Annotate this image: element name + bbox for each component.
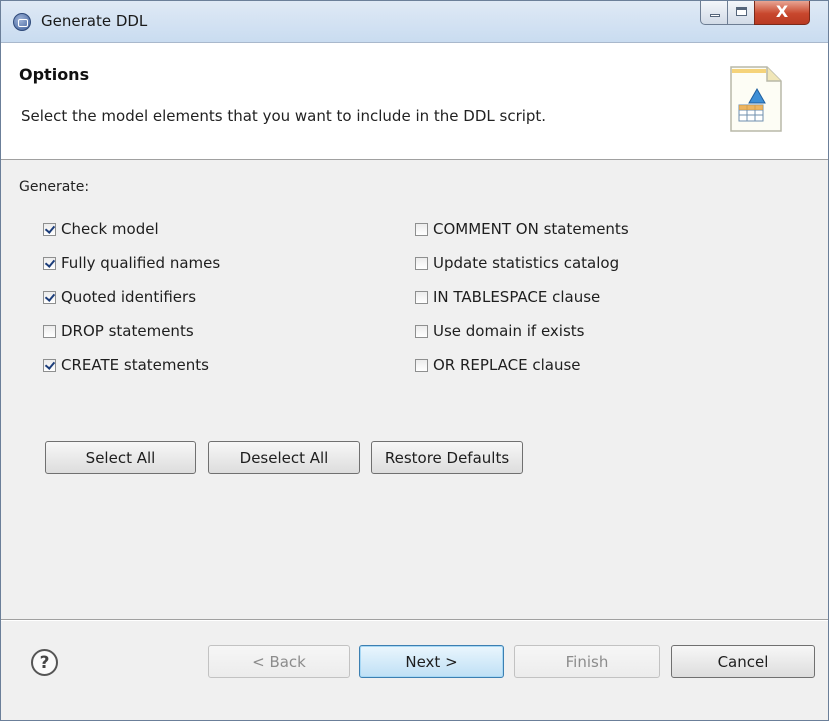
use-domain-if-exists-option[interactable]: Use domain if exists: [415, 321, 584, 341]
create-statements-label: CREATE statements: [61, 356, 209, 374]
update-statistics-catalog-label: Update statistics catalog: [433, 254, 620, 272]
page-description: Select the model elements that you want …: [21, 107, 547, 125]
maximize-button[interactable]: [727, 1, 755, 25]
create-statements-checkbox[interactable]: [43, 358, 56, 372]
or-replace-clause-label: OR REPLACE clause: [433, 356, 581, 374]
create-statements-option[interactable]: CREATE statements: [43, 355, 209, 375]
comment-on-statements-label: COMMENT ON statements: [433, 220, 629, 238]
minimize-button[interactable]: [700, 1, 728, 25]
drop-statements-checkbox[interactable]: [43, 324, 56, 338]
next-button[interactable]: Next >: [359, 645, 504, 678]
window-title: Generate DDL: [41, 12, 148, 30]
minimize-icon: [710, 14, 720, 17]
generate-ddl-dialog: Generate DDL X Options Select the model …: [0, 0, 829, 721]
header-banner: Options Select the model elements that y…: [1, 43, 828, 160]
use-domain-if-exists-checkbox[interactable]: [415, 324, 428, 338]
fully-qualified-names-checkbox[interactable]: [43, 256, 56, 270]
check-model-label: Check model: [61, 220, 159, 238]
or-replace-clause-option[interactable]: OR REPLACE clause: [415, 355, 581, 375]
drop-statements-option[interactable]: DROP statements: [43, 321, 194, 341]
comment-on-statements-checkbox[interactable]: [415, 222, 428, 236]
deselect-all-button[interactable]: Deselect All: [208, 441, 360, 474]
cancel-button[interactable]: Cancel: [671, 645, 815, 678]
quoted-identifiers-checkbox[interactable]: [43, 290, 56, 304]
update-statistics-catalog-checkbox[interactable]: [415, 256, 428, 270]
title-bar[interactable]: Generate DDL X: [1, 1, 828, 43]
fully-qualified-names-label: Fully qualified names: [61, 254, 221, 272]
in-tablespace-clause-checkbox[interactable]: [415, 290, 428, 304]
db-app-icon: [13, 13, 31, 31]
quoted-identifiers-label: Quoted identifiers: [61, 288, 197, 306]
close-icon: X: [775, 2, 789, 21]
restore-defaults-button[interactable]: Restore Defaults: [371, 441, 523, 474]
update-statistics-catalog-option[interactable]: Update statistics catalog: [415, 253, 619, 273]
or-replace-clause-checkbox[interactable]: [415, 358, 428, 372]
generate-label: Generate:: [19, 179, 90, 195]
quoted-identifiers-option[interactable]: Quoted identifiers: [43, 287, 196, 307]
check-model-checkbox[interactable]: [43, 222, 56, 236]
maximize-icon: [736, 7, 747, 16]
back-button[interactable]: < Back: [208, 645, 350, 678]
fully-qualified-names-option[interactable]: Fully qualified names: [43, 253, 220, 273]
comment-on-statements-option[interactable]: COMMENT ON statements: [415, 219, 629, 239]
in-tablespace-clause-label: IN TABLESPACE clause: [433, 288, 601, 306]
footer-separator: [1, 619, 828, 621]
in-tablespace-clause-option[interactable]: IN TABLESPACE clause: [415, 287, 600, 307]
help-icon[interactable]: ?: [31, 649, 58, 676]
close-button[interactable]: X: [754, 1, 810, 25]
check-model-option[interactable]: Check model: [43, 219, 159, 239]
use-domain-if-exists-label: Use domain if exists: [433, 322, 585, 340]
finish-button[interactable]: Finish: [514, 645, 660, 678]
select-all-button[interactable]: Select All: [45, 441, 196, 474]
page-title: Options: [19, 65, 90, 84]
ddl-script-icon: [730, 66, 782, 132]
drop-statements-label: DROP statements: [61, 322, 194, 340]
